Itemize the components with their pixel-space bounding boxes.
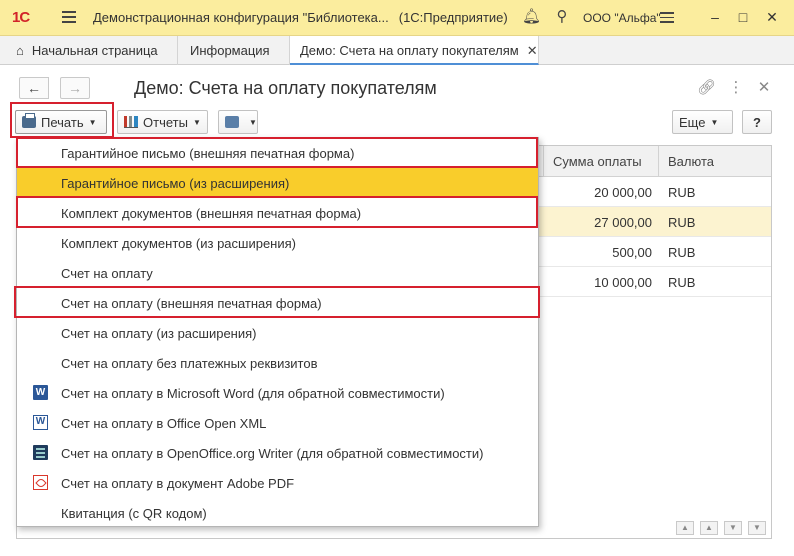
chevron-down-icon: ▼ [88,118,97,127]
scroll-bottom-icon[interactable]: ▼ [748,521,766,535]
menu-item-label: Счет на оплату в OpenOffice.org Writer (… [61,446,484,461]
home-icon: ⌂ [16,43,24,58]
printer-icon [22,113,36,128]
bell-icon[interactable]: 🔔︎ [522,8,541,26]
tab-information[interactable]: Информация [178,36,290,65]
menu-item-label: Квитанция (с QR кодом) [61,506,207,521]
scroll-down-icon[interactable]: ▼ [724,521,742,535]
scroll-top-icon[interactable]: ▲ [676,521,694,535]
menu-item-invoice-external[interactable]: Счет на оплату (внешняя печатная форма) [17,288,538,318]
menu-item-label: Счет на оплату без платежных реквизитов [61,356,318,371]
tab-home[interactable]: ⌂ Начальная страница [0,36,178,65]
menu-item-label: Гарантийное письмо (из расширения) [61,176,290,191]
pdf-icon [33,475,48,490]
forward-button[interactable]: → [60,77,90,99]
tab-invoices-label: Демо: Счета на оплату покупателям [300,43,519,58]
print-dropdown-menu: Гарантийное письмо (внешняя печатная фор… [16,137,539,527]
settings-menu-icon[interactable] [660,12,674,24]
main-menu-icon[interactable] [62,11,76,23]
menu-item-invoice-pdf[interactable]: Счет на оплату в документ Adobe PDF [17,468,538,498]
menu-item-document-set-extension[interactable]: Комплект документов (из расширения) [17,228,538,258]
menu-item-invoice-no-payment-details[interactable]: Счет на оплату без платежных реквизитов [17,348,538,378]
form-title: Демо: Счета на оплату покупателям [134,78,437,98]
organization-name[interactable]: ООО "Альфа" [583,11,661,25]
reports-icon [124,116,138,128]
scroll-controls: ▲ ▲ ▼ ▼ [671,516,771,538]
office-open-xml-icon: W [33,415,48,430]
more-button-label: Еще [679,115,706,130]
configuration-title: Демонстрационная конфигурация "Библиотек… [93,10,389,25]
document-flow-icon [225,116,239,128]
more-button[interactable]: Еще ▼ [672,110,733,134]
print-button-label: Печать [41,115,84,130]
search-icon[interactable]: ⚲ [553,8,571,26]
cell-currency: RUB [668,245,696,260]
cell-sum: 20 000,00 [594,185,652,200]
print-button[interactable]: Печать ▼ [15,110,107,134]
menu-item-guarantee-letter-external[interactable]: Гарантийное письмо (внешняя печатная фор… [17,138,538,168]
reports-button-label: Отчеты [143,115,188,130]
menu-item-receipt-qr[interactable]: Квитанция (с QR кодом) [17,498,538,528]
menu-item-invoice-office-open-xml[interactable]: W Счет на оплату в Office Open XML [17,408,538,438]
column-header-sum[interactable]: Сумма оплаты [553,154,642,169]
menu-item-label: Гарантийное письмо (внешняя печатная фор… [61,146,355,161]
menu-item-label: Счет на оплату (внешняя печатная форма) [61,296,322,311]
menu-item-document-set-external[interactable]: Комплект документов (внешняя печатная фо… [17,198,538,228]
menu-item-invoice-word[interactable]: W Счет на оплату в Microsoft Word (для о… [17,378,538,408]
menu-item-invoice[interactable]: Счет на оплату [17,258,538,288]
close-form-icon[interactable]: ✕ [755,78,773,96]
reports-button[interactable]: Отчеты ▼ [117,110,208,134]
related-documents-button[interactable]: ▼ [218,110,258,134]
minimize-icon[interactable]: ‒ [705,7,725,27]
chevron-down-icon: ▼ [192,118,201,127]
title-bar: 1С Демонстрационная конфигурация "Библио… [0,0,794,36]
window-title: Демонстрационная конфигурация "Библиотек… [93,10,508,25]
column-header-currency[interactable]: Валюта [668,154,714,169]
cell-sum: 27 000,00 [594,215,652,230]
tab-home-label: Начальная страница [31,43,158,58]
openoffice-writer-icon [33,445,48,460]
chevron-down-icon: ▼ [710,118,719,127]
back-button[interactable]: ← [19,77,49,99]
menu-item-label: Счет на оплату в Microsoft Word (для обр… [61,386,445,401]
tab-information-label: Информация [190,43,270,58]
tab-invoices[interactable]: Демо: Счета на оплату покупателям ✕ [290,36,539,65]
cell-sum: 10 000,00 [594,275,652,290]
cell-currency: RUB [668,185,696,200]
chevron-down-icon: ▼ [249,118,257,127]
menu-item-label: Счет на оплату в Office Open XML [61,416,267,431]
tab-bar: ⌂ Начальная страница Информация Демо: Сче… [0,36,794,65]
help-button[interactable]: ? [742,110,772,134]
cell-sum: 500,00 [612,245,652,260]
close-window-icon[interactable]: ✕ [762,7,782,27]
maximize-icon[interactable]: □ [733,7,753,27]
menu-item-label: Комплект документов (внешняя печатная фо… [61,206,362,221]
app-logo: 1С [12,9,30,26]
menu-item-label: Комплект документов (из расширения) [61,236,296,251]
more-actions-icon[interactable]: ⋮ [727,78,745,96]
menu-item-invoice-openoffice[interactable]: Счет на оплату в OpenOffice.org Writer (… [17,438,538,468]
scroll-up-icon[interactable]: ▲ [700,521,718,535]
menu-item-invoice-extension[interactable]: Счет на оплату (из расширения) [17,318,538,348]
menu-item-label: Счет на оплату [61,266,153,281]
menu-item-guarantee-letter-extension[interactable]: Гарантийное письмо (из расширения) [17,168,538,198]
platform-name: (1С:Предприятие) [398,10,508,25]
menu-item-label: Счет на оплату в документ Adobe PDF [61,476,295,491]
cell-currency: RUB [668,215,696,230]
link-icon[interactable]: 🔗︎ [697,78,716,96]
cell-currency: RUB [668,275,696,290]
word-icon: W [33,385,48,400]
close-tab-icon[interactable]: ✕ [527,43,538,58]
menu-item-label: Счет на оплату (из расширения) [61,326,257,341]
